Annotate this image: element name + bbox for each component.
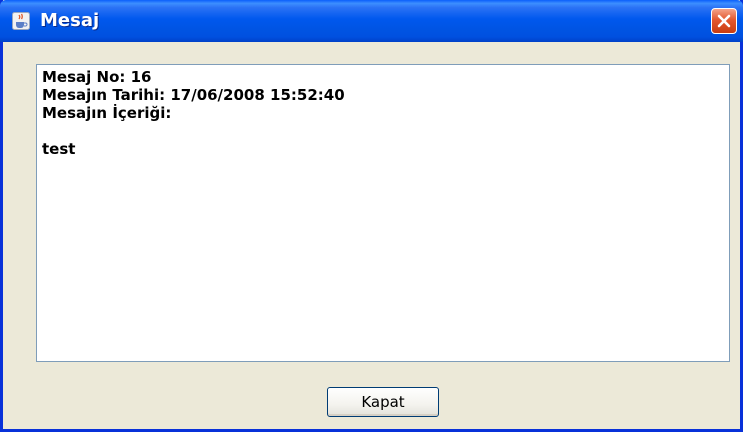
java-cup-icon — [12, 12, 30, 30]
message-number: Mesaj No: 16 — [42, 68, 152, 86]
window-title: Mesaj — [40, 10, 100, 31]
title-bar[interactable]: Mesaj — [0, 0, 743, 42]
close-window-button[interactable] — [711, 8, 737, 34]
close-icon — [717, 14, 731, 28]
message-dialog: Mesaj Mesaj No: 16 Mesajın Tarihi: 17/06… — [0, 0, 743, 432]
message-date: Mesajın Tarihi: 17/06/2008 15:52:40 — [42, 86, 345, 104]
close-button[interactable]: Kapat — [327, 387, 439, 417]
message-body: test — [42, 140, 76, 158]
message-text-area[interactable]: Mesaj No: 16 Mesajın Tarihi: 17/06/2008 … — [36, 64, 730, 362]
message-content-label: Mesajın İçeriği: — [42, 104, 172, 122]
